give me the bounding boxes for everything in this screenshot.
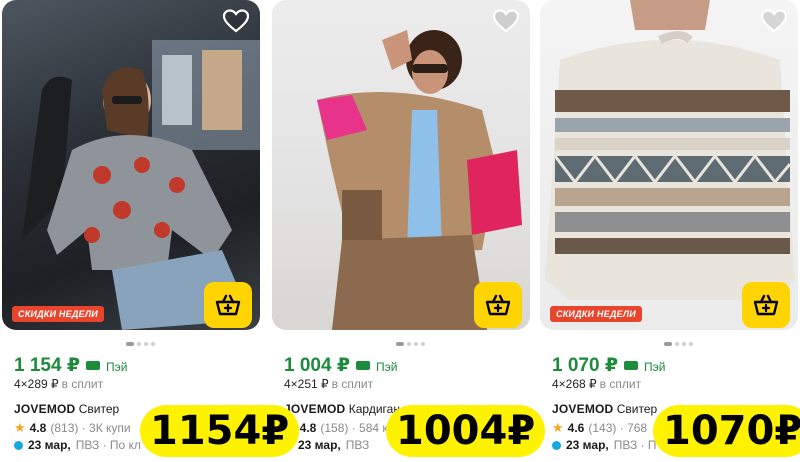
basket-icon bbox=[485, 294, 511, 316]
split-text: в сплит bbox=[61, 377, 104, 391]
split-amount: 4×289 ₽ bbox=[14, 377, 59, 391]
carousel-dots bbox=[664, 342, 693, 346]
brand-name: JOVEMOD bbox=[14, 402, 76, 416]
heart-outline-icon bbox=[492, 9, 520, 33]
delivery-date: 23 мар, bbox=[566, 438, 609, 452]
price: 1 154 ₽ bbox=[14, 355, 81, 376]
carousel-dots bbox=[126, 342, 155, 346]
price: 1 004 ₽ bbox=[284, 355, 351, 376]
card-icon bbox=[86, 361, 101, 370]
delivery-meta: ПВЗ · По кл bbox=[75, 438, 141, 452]
carousel-dot bbox=[151, 342, 155, 346]
carousel-dot bbox=[682, 342, 686, 346]
carousel-dot bbox=[664, 342, 672, 346]
carousel-dot bbox=[407, 342, 411, 346]
basket-icon bbox=[215, 294, 241, 316]
highlighted-price: 1070₽ bbox=[653, 405, 800, 457]
product-photo[interactable]: СКИДКИ НЕДЕЛИ bbox=[2, 0, 260, 330]
favorite-button[interactable] bbox=[492, 8, 520, 34]
card-icon bbox=[624, 361, 639, 370]
product-photo[interactable]: СКИДКИ НЕДЕЛИ bbox=[540, 0, 798, 330]
product-card[interactable]: СКИДКИ НЕДЕЛИ 1 070 ₽ Пэй 4×268 ₽ в сплит bbox=[540, 0, 800, 462]
heart-outline-icon bbox=[222, 9, 250, 33]
favorite-button[interactable] bbox=[760, 8, 788, 34]
product-name: Свитер bbox=[616, 402, 658, 416]
delivery-meta: ПВЗ bbox=[345, 438, 370, 452]
reviews-meta: (143) · 768 bbox=[588, 421, 648, 435]
pay-label: Пэй bbox=[106, 360, 128, 374]
delivery-meta: ПВЗ · П bbox=[613, 438, 657, 452]
rating-value: 4.8 bbox=[29, 421, 47, 435]
price-row: 1 070 ₽ Пэй bbox=[552, 354, 666, 377]
highlighted-price: 1004₽ bbox=[386, 405, 546, 457]
product-photo-illustration bbox=[545, 0, 795, 300]
pay-label: Пэй bbox=[376, 360, 398, 374]
favorite-button[interactable] bbox=[222, 8, 250, 34]
carousel-dot bbox=[689, 342, 693, 346]
pay-label: Пэй bbox=[644, 360, 666, 374]
carousel-dot bbox=[137, 342, 141, 346]
split-text: в сплит bbox=[599, 377, 642, 391]
split-row: 4×289 ₽ в сплит bbox=[14, 377, 103, 391]
rating-value: 4.8 bbox=[299, 421, 317, 435]
brand-name: JOVEMOD bbox=[552, 402, 614, 416]
price-row: 1 154 ₽ Пэй bbox=[14, 354, 128, 377]
product-photo-illustration bbox=[22, 40, 260, 330]
carousel-dot bbox=[144, 342, 148, 346]
delivery-date: 23 мар, bbox=[298, 438, 341, 452]
price: 1 070 ₽ bbox=[552, 355, 619, 376]
highlighted-price: 1154₽ bbox=[140, 405, 300, 457]
dot-icon bbox=[14, 440, 23, 450]
carousel-dot bbox=[414, 342, 418, 346]
add-to-cart-button[interactable] bbox=[742, 282, 790, 328]
split-amount: 4×268 ₽ bbox=[552, 377, 597, 391]
product-card[interactable]: СКИДКИ НЕДЕЛИ 1 154 ₽ Пэй 4×289 ₽ в сплит bbox=[2, 0, 264, 462]
delivery-date: 23 мар, bbox=[28, 438, 71, 452]
reviews-meta: (158) · 584 к bbox=[320, 421, 388, 435]
carousel-dot bbox=[126, 342, 134, 346]
product-grid: СКИДКИ НЕДЕЛИ 1 154 ₽ Пэй 4×289 ₽ в сплит bbox=[0, 0, 800, 462]
product-photo-illustration bbox=[317, 30, 522, 330]
split-amount: 4×251 ₽ bbox=[284, 377, 329, 391]
promo-badge: СКИДКИ НЕДЕЛИ bbox=[550, 306, 642, 322]
product-name: Свитер bbox=[78, 402, 120, 416]
carousel-dot bbox=[675, 342, 679, 346]
product-card[interactable]: 1 004 ₽ Пэй 4×251 ₽ в сплит JOVEMOD Карди… bbox=[272, 0, 534, 462]
price-row: 1 004 ₽ Пэй bbox=[284, 354, 398, 377]
dot-icon bbox=[552, 440, 561, 450]
split-text: в сплит bbox=[331, 377, 374, 391]
carousel-dot bbox=[421, 342, 425, 346]
carousel-dot bbox=[396, 342, 404, 346]
carousel-dots bbox=[396, 342, 425, 346]
add-to-cart-button[interactable] bbox=[474, 282, 522, 328]
promo-badge: СКИДКИ НЕДЕЛИ bbox=[12, 306, 104, 322]
star-icon: ★ bbox=[552, 420, 564, 435]
card-icon bbox=[356, 361, 371, 370]
heart-outline-icon bbox=[760, 9, 788, 33]
add-to-cart-button[interactable] bbox=[204, 282, 252, 328]
basket-icon bbox=[753, 294, 779, 316]
product-photo[interactable] bbox=[272, 0, 530, 330]
rating-value: 4.6 bbox=[567, 421, 585, 435]
reviews-meta: (813) · 3К купи bbox=[50, 421, 131, 435]
star-icon: ★ bbox=[14, 420, 26, 435]
split-row: 4×251 ₽ в сплит bbox=[284, 377, 373, 391]
split-row: 4×268 ₽ в сплит bbox=[552, 377, 641, 391]
